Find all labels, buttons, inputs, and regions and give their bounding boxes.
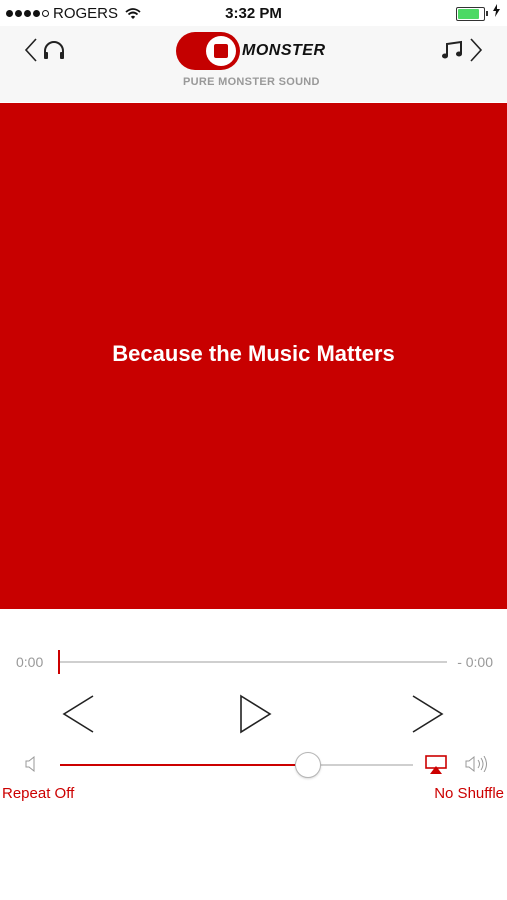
app-header: MONSTER PURE MONSTER SOUND (0, 26, 507, 102)
headphones-back-button[interactable] (24, 37, 66, 63)
monster-logo: MONSTER PURE MONSTER SOUND (176, 32, 334, 92)
volume-high-icon (465, 756, 487, 772)
volume-fill (60, 764, 307, 766)
shuffle-button[interactable]: No Shuffle (434, 785, 504, 802)
music-forward-button[interactable] (441, 37, 483, 63)
charging-icon (493, 4, 500, 17)
brand-name: MONSTER (242, 42, 326, 59)
logo-badge (176, 32, 240, 70)
previous-track-button[interactable] (61, 694, 97, 734)
airplay-icon[interactable] (425, 755, 447, 775)
status-bar: ROGERS 3:32 PM (0, 0, 507, 26)
play-button[interactable] (238, 694, 272, 734)
chevron-left-icon (24, 38, 37, 62)
progress-slider[interactable] (58, 650, 447, 674)
brand-tagline: PURE MONSTER SOUND (183, 76, 320, 88)
volume-knob[interactable] (295, 752, 321, 778)
banner-text: Because the Music Matters (112, 340, 395, 366)
remaining-time: - 0:00 (457, 654, 493, 670)
battery-level (458, 9, 480, 19)
next-track-button[interactable] (409, 694, 445, 734)
status-time: 3:32 PM (225, 5, 282, 22)
music-note-icon (442, 40, 462, 59)
battery-icon (456, 7, 488, 21)
progress-handle[interactable] (58, 650, 60, 674)
elapsed-time: 0:00 (16, 654, 44, 670)
headphones-icon (44, 41, 64, 59)
volume-low-icon (25, 756, 35, 772)
artwork-banner: Because the Music Matters (0, 103, 507, 609)
chevron-right-icon (470, 38, 483, 62)
volume-slider[interactable] (60, 752, 413, 778)
repeat-button[interactable]: Repeat Off (2, 785, 74, 802)
